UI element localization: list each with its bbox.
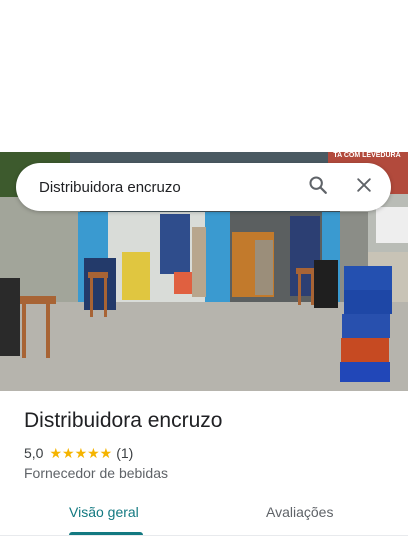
tab-bar: Visão geral Avaliações — [0, 496, 408, 536]
tabs-divider — [0, 535, 408, 536]
place-category[interactable]: Fornecedor de bebidas — [24, 465, 168, 481]
rating-value: 5,0 — [24, 445, 44, 461]
search-icon — [307, 174, 329, 201]
close-button[interactable] — [344, 167, 384, 207]
search-bar[interactable]: Distribuidora encruzo — [16, 163, 391, 211]
review-count[interactable]: (1) — [116, 445, 133, 461]
place-title: Distribuidora encruzo — [24, 409, 223, 432]
search-input[interactable]: Distribuidora encruzo — [16, 179, 298, 196]
tab-overview[interactable]: Visão geral — [69, 504, 139, 520]
tab-reviews[interactable]: Avaliações — [266, 504, 333, 520]
rating-stars-icon: ★★★★★ — [49, 444, 113, 461]
close-icon — [354, 175, 374, 200]
search-button[interactable] — [298, 167, 338, 207]
rating-row[interactable]: 5,0 ★★★★★ (1) — [24, 444, 133, 462]
